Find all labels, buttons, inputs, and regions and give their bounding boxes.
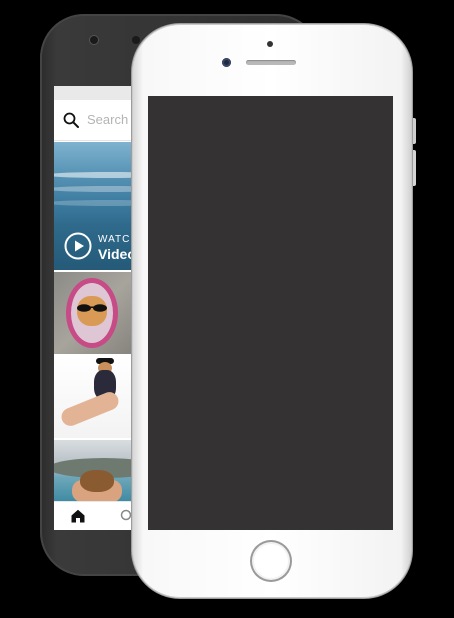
speaker-dot xyxy=(90,36,98,44)
home-icon[interactable] xyxy=(70,508,86,524)
front-camera-lens xyxy=(222,58,231,67)
front-camera-dot xyxy=(267,41,273,47)
earpiece-speaker xyxy=(246,60,296,65)
play-icon[interactable] xyxy=(64,232,92,260)
search-icon xyxy=(63,112,79,128)
search-input[interactable]: Search xyxy=(87,112,128,127)
camera-dot xyxy=(132,36,140,44)
video-title: Video xyxy=(98,246,136,262)
side-button xyxy=(412,118,416,144)
burger xyxy=(80,470,114,492)
sunglasses-icon xyxy=(77,304,107,312)
side-button xyxy=(412,150,416,186)
home-button[interactable] xyxy=(250,540,292,582)
iphone-screen xyxy=(148,96,393,530)
hand xyxy=(58,389,122,429)
